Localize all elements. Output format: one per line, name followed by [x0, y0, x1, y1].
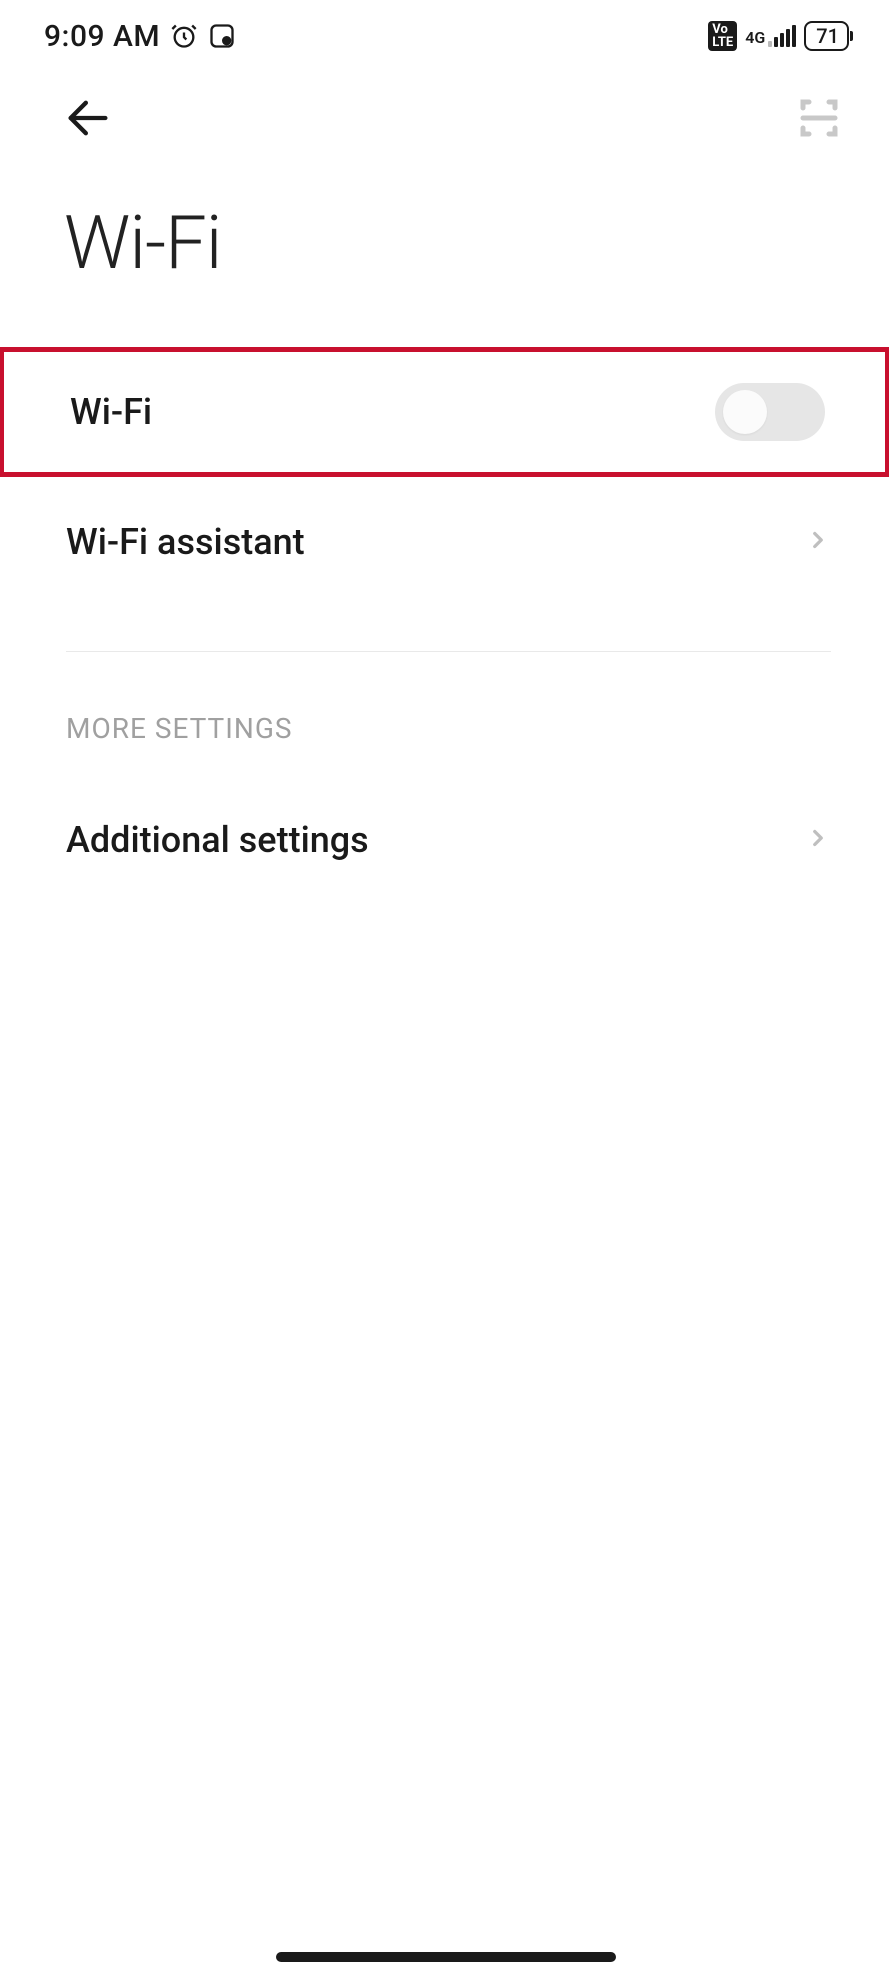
wifi-toggle-row[interactable]: Wi-Fi — [0, 347, 889, 477]
toggle-knob — [723, 390, 767, 434]
additional-settings-label: Additional settings — [66, 819, 369, 861]
network-type: 4G — [745, 28, 765, 47]
volte-icon: VoLTE — [708, 21, 737, 51]
arrow-left-icon — [62, 92, 114, 144]
signal-icon — [768, 25, 796, 47]
chevron-right-icon — [805, 825, 831, 855]
back-button[interactable] — [60, 90, 116, 146]
scan-icon — [795, 94, 843, 142]
screenshot-icon — [208, 22, 236, 50]
wifi-assistant-label: Wi-Fi assistant — [66, 521, 305, 563]
battery-icon: 71 — [804, 21, 849, 51]
home-gesture-bar[interactable] — [276, 1952, 616, 1962]
app-bar — [0, 72, 891, 164]
status-right: VoLTE 4G 71 — [708, 21, 849, 51]
qr-scan-button[interactable] — [791, 90, 847, 146]
wifi-toggle-label: Wi-Fi — [70, 391, 152, 433]
alarm-icon — [170, 22, 198, 50]
page-title: Wi-Fi — [0, 164, 891, 347]
wifi-toggle-switch[interactable] — [715, 383, 825, 441]
battery-level: 71 — [816, 24, 839, 48]
status-time: 9:09 AM — [44, 19, 160, 54]
wifi-assistant-row[interactable]: Wi-Fi assistant — [0, 477, 891, 607]
more-settings-header: MORE SETTINGS — [0, 652, 891, 775]
additional-settings-row[interactable]: Additional settings — [0, 775, 891, 905]
status-bar: 9:09 AM VoLTE 4G 71 — [0, 0, 891, 72]
status-left: 9:09 AM — [44, 19, 236, 54]
chevron-right-icon — [805, 527, 831, 557]
